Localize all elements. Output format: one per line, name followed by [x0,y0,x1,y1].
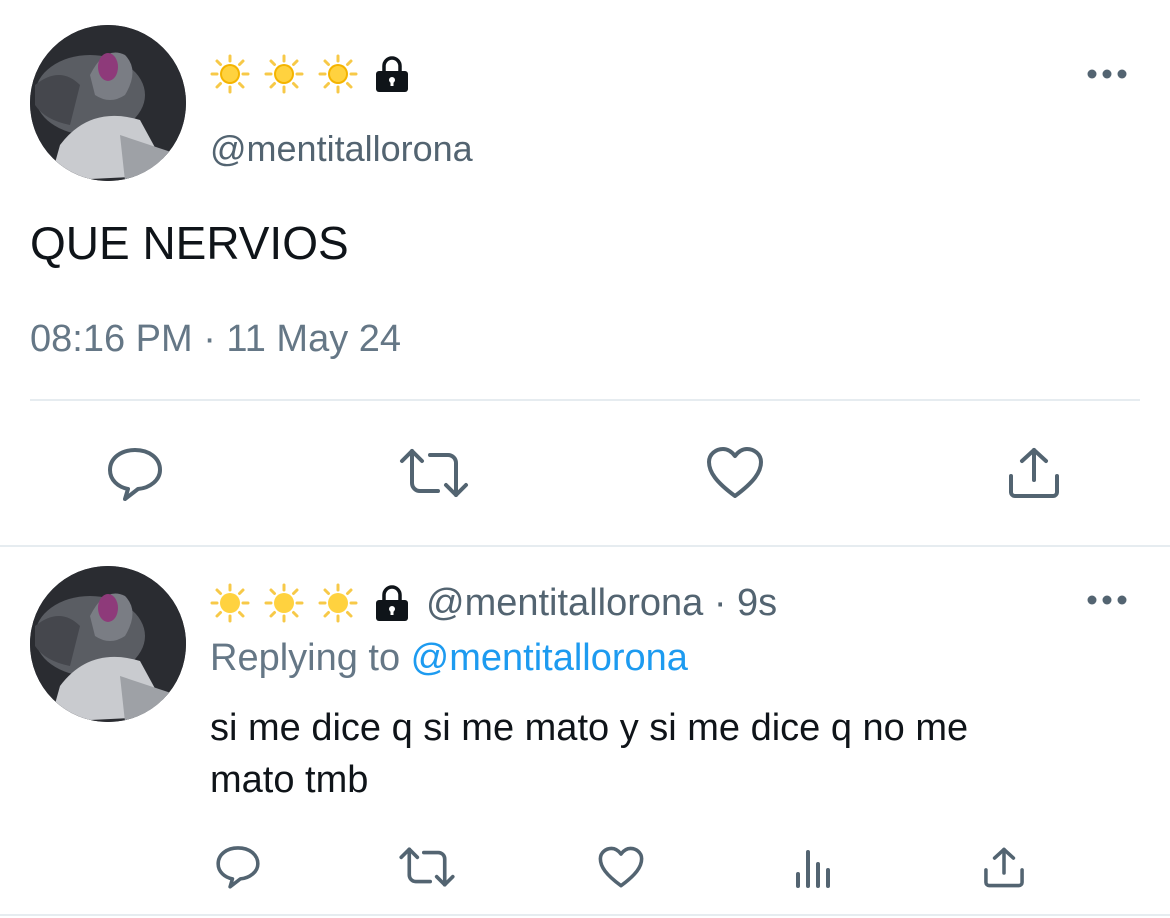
reply-meta: @mentitallorona · 9s [426,582,777,625]
user-handle[interactable]: @mentitallorona [210,128,473,170]
bottom-divider [0,914,1170,916]
sun-emoji-icon [264,54,304,94]
reply-text-line: mato tmb [210,759,369,801]
reply-icon[interactable] [105,445,165,503]
sun-emoji-icon [318,583,358,623]
more-options-icon[interactable] [1086,64,1128,84]
avatar[interactable] [30,25,186,181]
section-divider [0,545,1170,547]
tweet-text: QUE NERVIOS [30,217,349,269]
retweet-icon[interactable] [398,447,470,499]
sun-emoji-icon [210,583,250,623]
sun-emoji-icon [264,583,304,623]
meta-separator: · [703,581,738,624]
sun-emoji-icon [318,54,358,94]
divider [30,399,1140,401]
like-icon[interactable] [598,846,644,889]
reply-text: si me dice q si me mato y si me dice q n… [210,702,1150,806]
user-handle[interactable]: @mentitallorona [426,582,703,624]
reply-icon[interactable] [214,844,262,890]
lock-icon [376,585,408,621]
avatar[interactable] [30,566,186,722]
reply-text-line: si me dice q si me mato y si me dice q n… [210,707,969,749]
reply-header: @mentitallorona · 9s [210,580,777,626]
retweet-icon[interactable] [398,846,456,888]
share-icon[interactable] [1006,446,1062,500]
replying-to-label: Replying to [210,637,411,679]
share-icon[interactable] [982,846,1026,889]
lock-icon [376,56,408,92]
display-name[interactable] [210,52,412,96]
tweet-age[interactable]: 9s [737,582,777,624]
replying-to: Replying to @mentitallorona [210,637,688,680]
more-options-icon[interactable] [1086,590,1128,610]
replying-to-mention[interactable]: @mentitallorona [411,637,688,679]
sun-emoji-icon [210,54,250,94]
tweet-timestamp[interactable]: 08:16 PM · 11 May 24 [30,318,401,361]
like-icon[interactable] [706,446,764,500]
analytics-icon[interactable] [794,848,834,888]
